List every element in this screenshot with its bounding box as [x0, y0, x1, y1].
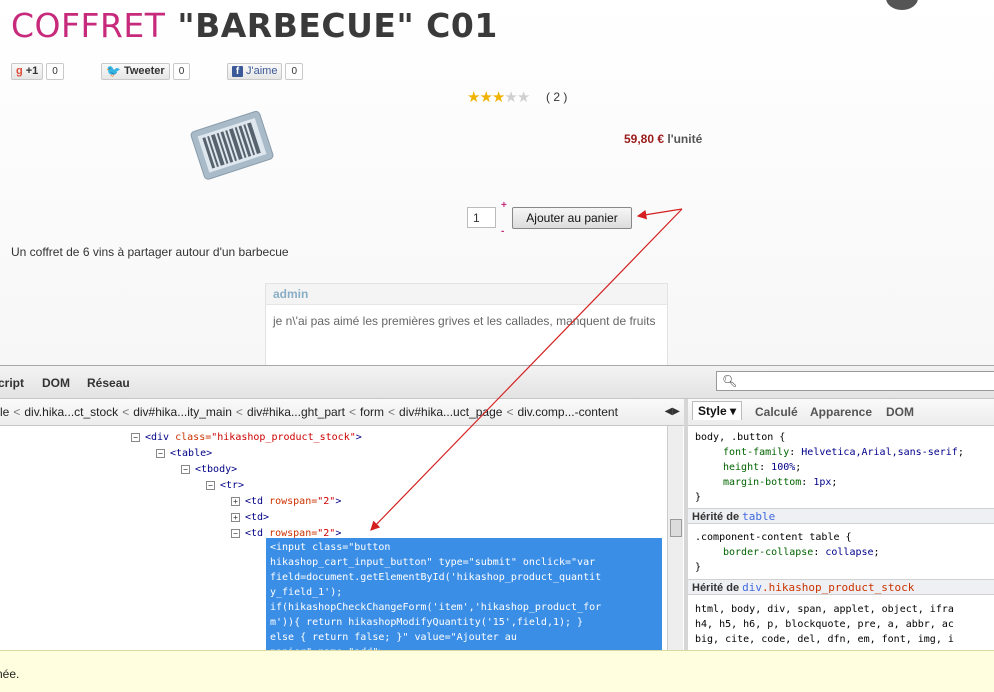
google-plus-button[interactable]: g +1 [11, 62, 44, 80]
selected-html-node[interactable]: <input class="button hikashop_cart_input… [266, 538, 662, 651]
collapse-icon[interactable]: − [131, 432, 140, 442]
tab-script[interactable]: cript [0, 376, 24, 390]
html-node[interactable]: + <td> [231, 512, 269, 523]
css-declaration[interactable]: height: 100%; [723, 462, 801, 473]
title-part2: "BARBECUE" C01 [177, 6, 498, 45]
tab-dom[interactable]: DOM [42, 376, 70, 390]
rule-selector[interactable]: h4, h5, h6, p, blockquote, pre, a, abbr,… [695, 619, 954, 630]
css-declaration[interactable]: font-family: Helvetica,Arial,sans-serif; [723, 447, 964, 458]
star-icon[interactable]: ★ [504, 89, 517, 106]
google-icon: g [16, 65, 23, 77]
breadcrumb-separator-icon: < [122, 405, 130, 419]
breadcrumb-separator-icon: < [506, 405, 514, 419]
tweet-button[interactable]: 🐦 Tweeter [101, 62, 170, 80]
facebook-like-button[interactable]: f J'aime [227, 62, 283, 80]
rating-stars[interactable]: ★★★★★ [467, 88, 530, 106]
inherited-link[interactable]: table [742, 510, 775, 523]
breadcrumb-item[interactable]: div.hika...ct_stock [24, 405, 118, 419]
status-text: née. [0, 667, 20, 681]
product-price: 59,80 € l'unité [624, 132, 702, 146]
rule-selector[interactable]: html, body, div, span, applet, object, i… [695, 604, 954, 615]
inherited-link[interactable]: div [742, 581, 762, 594]
expand-icon[interactable]: + [231, 512, 240, 522]
rule-selector[interactable]: .component-content table { [695, 532, 852, 543]
css-declaration[interactable]: border-collapse: collapse; [723, 547, 880, 558]
breadcrumb-separator-icon: < [13, 405, 21, 419]
google-plus-widget: g +1 0 [11, 62, 64, 80]
play-icon[interactable] [886, 0, 918, 10]
product-page: COFFRET "BARBECUE" C01 g +1 0 🐦 Tweeter 0 … [0, 0, 994, 365]
breadcrumb-item[interactable]: div.comp...-content [517, 405, 618, 419]
html-node[interactable]: − <table> [156, 448, 212, 459]
breadcrumb-item[interactable]: div#hika...uct_page [399, 405, 502, 419]
html-node[interactable]: − <tr> [206, 480, 244, 491]
html-tree-pane: − <div class="hikashop_product_stock"> − <… [0, 426, 667, 651]
facebook-like-count: 0 [285, 62, 304, 80]
side-panel-tabbar: Style ▾ Calculé Apparence DOM [688, 399, 994, 426]
scrollbar-thumb[interactable] [670, 519, 682, 537]
html-node[interactable]: − <div class="hikashop_product_stock"> [131, 432, 362, 443]
style-rules-pane: body, .button { font-family: Helvetica,A… [688, 426, 994, 651]
facebook-widget: f J'aime 0 [227, 62, 304, 80]
tab-layout[interactable]: Apparence [810, 405, 872, 419]
star-icon[interactable]: ★ [517, 89, 530, 106]
rule-close: } [695, 562, 702, 573]
price-unit: l'unité [667, 132, 703, 146]
star-icon[interactable]: ★ [467, 89, 480, 106]
devtools-tabbar: cript DOM Réseau 🔍︎ [0, 366, 994, 399]
collapse-icon[interactable]: − [206, 480, 215, 490]
comment-box: admin je n\'ai pas aimé les premières gr… [265, 283, 668, 365]
search-icon: 🔍︎ [722, 374, 738, 388]
collapse-icon[interactable]: − [181, 464, 190, 474]
product-description: Un coffret de 6 vins à partager autour d… [11, 245, 289, 259]
breadcrumb-item[interactable]: form [360, 405, 384, 419]
title-part1: COFFRET [11, 6, 166, 45]
quantity-input[interactable]: 1 [467, 207, 496, 228]
star-icon[interactable]: ★ [479, 89, 492, 106]
rule-close: } [695, 492, 702, 503]
inherited-header: Hérité de div.hikashop_product_stock [688, 579, 994, 595]
star-icon[interactable]: ★ [492, 89, 505, 106]
breadcrumb-item[interactable]: div#hika...ght_part [247, 405, 345, 419]
breadcrumb-item[interactable]: le [0, 405, 9, 419]
status-bar: née. [0, 650, 994, 692]
add-to-cart-button[interactable]: Ajouter au panier [512, 207, 632, 229]
comment-text: je n\'ai pas aimé les premières grives e… [273, 314, 656, 328]
rule-selector[interactable]: big, cite, code, del, dfn, em, font, img… [695, 634, 954, 645]
quantity-plus-button[interactable]: + [501, 200, 507, 211]
comment-author: admin [266, 284, 667, 305]
breadcrumb-scroll-arrows-icon[interactable]: ◀▶ [665, 399, 680, 425]
page-title: COFFRET "BARBECUE" C01 [11, 6, 498, 45]
tab-side-dom[interactable]: DOM [886, 405, 914, 419]
html-node[interactable]: + <td rowspan="2"> [231, 496, 341, 507]
html-pane-scrollbar[interactable] [667, 426, 683, 651]
twitter-widget: 🐦 Tweeter 0 [101, 62, 191, 80]
breadcrumb-item[interactable]: div#hika...ity_main [133, 405, 232, 419]
collapse-icon[interactable]: − [231, 528, 240, 538]
twitter-bird-icon: 🐦 [106, 64, 121, 78]
vote-count: ( 2 ) [546, 90, 568, 104]
collapse-icon[interactable]: − [156, 448, 165, 458]
breadcrumb-separator-icon: < [235, 405, 243, 419]
tab-network[interactable]: Réseau [87, 376, 130, 390]
breadcrumb-separator-icon: < [388, 405, 396, 419]
devtools-search-input[interactable]: 🔍︎ [716, 371, 994, 391]
tab-style[interactable]: Style ▾ [692, 401, 743, 420]
google-plus-count: 0 [46, 62, 64, 80]
inherited-header: Hérité de table [688, 508, 994, 524]
breadcrumb-separator-icon: < [349, 405, 357, 419]
facebook-icon: f [232, 65, 243, 77]
breadcrumb: le < div.hika...ct_stock < div#hika...ity_ma… [0, 399, 684, 426]
quantity-minus-button[interactable]: - [501, 226, 504, 237]
tweet-count: 0 [172, 62, 191, 80]
expand-icon[interactable]: + [231, 496, 240, 506]
devtools-panel: cript DOM Réseau 🔍︎ le < div.hika...ct_sto… [0, 365, 994, 651]
rule-selector[interactable]: body, .button { [695, 432, 785, 443]
css-declaration[interactable]: margin-bottom: 1px; [723, 477, 837, 488]
price-amount: 59,80 € [624, 132, 665, 146]
html-node[interactable]: − <tbody> [181, 464, 237, 475]
product-image-barcode-icon[interactable] [188, 105, 278, 185]
tab-computed[interactable]: Calculé [755, 405, 798, 419]
